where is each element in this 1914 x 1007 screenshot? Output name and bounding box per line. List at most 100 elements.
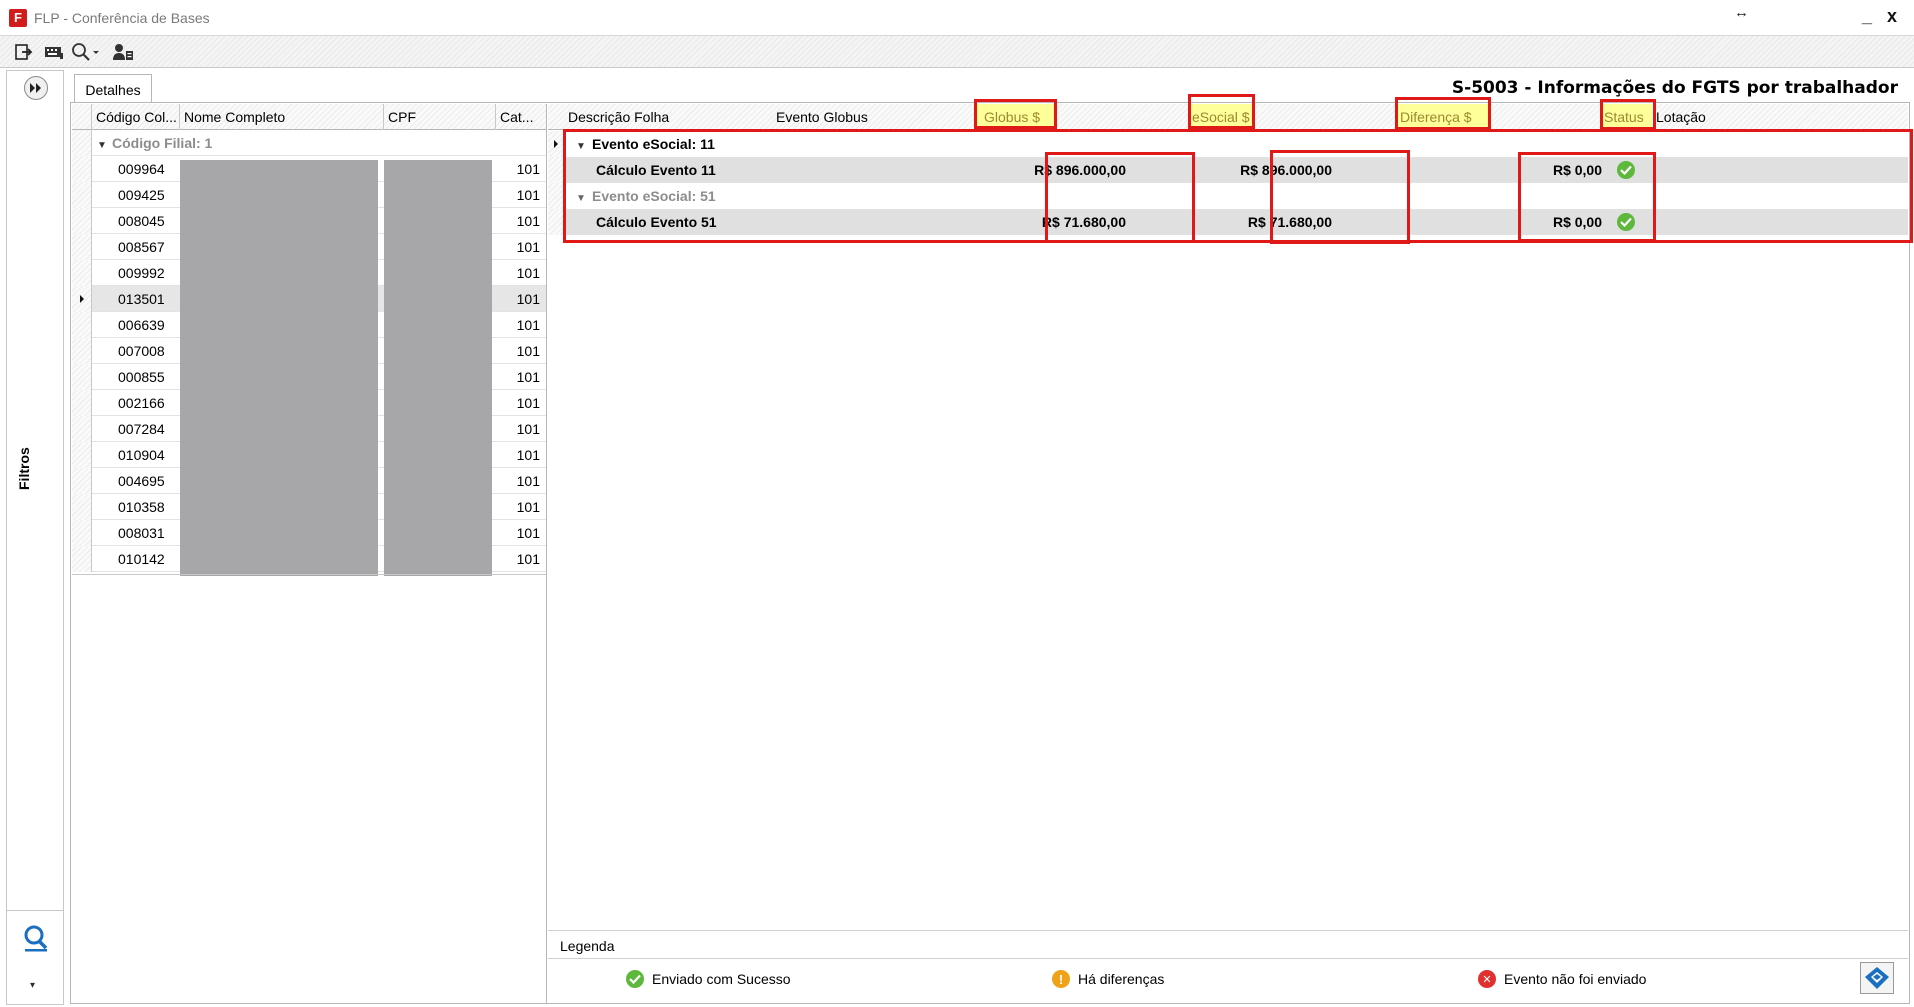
search-filter-icon[interactable] bbox=[20, 922, 52, 954]
group-filial-label: Código Filial: 1 bbox=[112, 135, 213, 151]
event-group-label: ▼ Evento eSocial: 51 bbox=[576, 183, 716, 209]
event-detail-row[interactable]: Cálculo Evento 51 R$ 71.680,00 R$ 71.680… bbox=[548, 209, 1908, 235]
esocial-value-cell: R$ 896.000,00 bbox=[1240, 162, 1332, 178]
error-circle-icon: ✕ bbox=[1478, 970, 1496, 988]
row-indicator bbox=[72, 260, 92, 286]
event-group-label: ▼ Evento eSocial: 11 bbox=[576, 131, 715, 157]
event-detail-row[interactable]: Cálculo Evento 11 R$ 896.000,00 R$ 896.0… bbox=[548, 157, 1908, 183]
column-header-diferenca[interactable]: Diferença $ bbox=[1398, 104, 1490, 130]
diferenca-value-cell: R$ 0,00 bbox=[1552, 214, 1602, 230]
tab-detalhes[interactable]: Detalhes bbox=[74, 74, 152, 104]
event-group-row[interactable]: ▼ Evento eSocial: 51 bbox=[548, 183, 1908, 209]
descricao-cell: Cálculo Evento 51 bbox=[596, 214, 717, 230]
check-circle-icon bbox=[1617, 213, 1635, 231]
legend-item-success: Enviado com Sucesso bbox=[626, 968, 791, 990]
codigo-cell: 008045 bbox=[118, 213, 165, 229]
row-indicator bbox=[72, 234, 92, 260]
close-button[interactable]: x bbox=[1887, 6, 1897, 27]
codigo-cell: 002166 bbox=[118, 395, 165, 411]
row-indicator-header bbox=[72, 104, 92, 130]
row-indicator bbox=[72, 442, 92, 468]
codigo-cell: 007284 bbox=[118, 421, 165, 437]
row-indicator bbox=[72, 338, 92, 364]
legend-label: Há diferenças bbox=[1078, 971, 1165, 987]
row-indicator bbox=[548, 131, 564, 157]
group-label: ▼ Código Filial: 1 bbox=[92, 130, 212, 156]
user-icon[interactable] bbox=[110, 40, 136, 64]
row-indicator bbox=[72, 156, 92, 182]
column-header-evento-globus[interactable]: Evento Globus bbox=[772, 104, 972, 130]
row-indicator bbox=[72, 546, 92, 572]
toolbar bbox=[0, 36, 1914, 68]
keyboard-icon[interactable] bbox=[42, 40, 66, 64]
globus-value-cell: R$ 71.680,00 bbox=[1041, 214, 1126, 230]
employee-grid-header: Código Col... Nome Completo CPF Cat... bbox=[72, 104, 546, 130]
help-book-icon[interactable] bbox=[1860, 962, 1894, 994]
employee-grid-empty-area bbox=[72, 574, 546, 1002]
row-indicator bbox=[72, 390, 92, 416]
row-indicator bbox=[72, 416, 92, 442]
column-header-codigo[interactable]: Código Col... bbox=[92, 104, 180, 130]
column-header-esocial[interactable]: eSocial $ bbox=[1190, 104, 1252, 130]
column-header-globus[interactable]: Globus $ bbox=[976, 104, 1054, 130]
row-indicator bbox=[72, 130, 92, 156]
codigo-cell: 006639 bbox=[118, 317, 165, 333]
row-indicator bbox=[72, 520, 92, 546]
row-indicator bbox=[72, 468, 92, 494]
codigo-cell: 004695 bbox=[118, 473, 165, 489]
categoria-cell: 101 bbox=[516, 499, 540, 515]
chevron-down-icon[interactable]: ▾ bbox=[30, 980, 35, 991]
resize-icon[interactable]: ↔ bbox=[1734, 4, 1749, 21]
divider bbox=[548, 958, 1908, 959]
column-header-cpf[interactable]: CPF bbox=[384, 104, 496, 130]
divider bbox=[548, 930, 1908, 931]
row-indicator bbox=[72, 286, 92, 312]
categoria-cell: 101 bbox=[516, 213, 540, 229]
row-indicator bbox=[72, 208, 92, 234]
codigo-cell: 000855 bbox=[118, 369, 165, 385]
search-dropdown-icon[interactable] bbox=[70, 40, 104, 64]
exit-icon[interactable] bbox=[12, 40, 36, 64]
window-title: FLP - Conferência de Bases bbox=[34, 10, 210, 26]
tab-strip: Detalhes S-5003 - Informações do FGTS po… bbox=[66, 70, 1910, 104]
categoria-cell: 101 bbox=[516, 369, 540, 385]
redacted-cpf-column bbox=[384, 160, 492, 576]
filters-label[interactable]: Filtros bbox=[16, 447, 32, 490]
row-indicator bbox=[548, 209, 564, 235]
event-group-title: Evento eSocial: 51 bbox=[592, 188, 716, 204]
column-header-status[interactable]: Status bbox=[1602, 104, 1652, 130]
title-bar: F FLP - Conferência de Bases ↔ _ x bbox=[0, 0, 1914, 36]
codigo-cell: 009992 bbox=[118, 265, 165, 281]
column-header-descricao[interactable]: Descrição Folha bbox=[564, 104, 768, 130]
categoria-cell: 101 bbox=[516, 187, 540, 203]
categoria-cell: 101 bbox=[516, 447, 540, 463]
double-chevron-right-icon[interactable] bbox=[24, 76, 48, 100]
redacted-name-column bbox=[180, 160, 378, 576]
row-indicator bbox=[72, 182, 92, 208]
column-header-lotacao[interactable]: Lotação bbox=[1654, 104, 1774, 130]
codigo-cell: 010142 bbox=[118, 551, 165, 567]
group-row[interactable]: ▼ Código Filial: 1 bbox=[72, 130, 546, 156]
categoria-cell: 101 bbox=[516, 239, 540, 255]
categoria-cell: 101 bbox=[516, 473, 540, 489]
codigo-cell: 010904 bbox=[118, 447, 165, 463]
filter-panel bbox=[6, 70, 64, 1005]
legend-title: Legenda bbox=[560, 938, 615, 954]
legend-item-not-sent: ✕ Evento não foi enviado bbox=[1478, 968, 1646, 990]
event-group-row[interactable]: ▼ Evento eSocial: 11 bbox=[548, 131, 1908, 157]
legend-item-differences: ! Há diferenças bbox=[1052, 968, 1164, 990]
splitter[interactable] bbox=[546, 104, 547, 1004]
minimize-button[interactable]: _ bbox=[1862, 6, 1872, 27]
row-indicator bbox=[548, 183, 564, 209]
categoria-cell: 101 bbox=[516, 525, 540, 541]
categoria-cell: 101 bbox=[516, 265, 540, 281]
column-header-nome[interactable]: Nome Completo bbox=[180, 104, 384, 130]
check-circle-icon bbox=[626, 970, 644, 988]
categoria-cell: 101 bbox=[516, 343, 540, 359]
column-header-categoria[interactable]: Cat... bbox=[496, 104, 546, 130]
categoria-cell: 101 bbox=[516, 395, 540, 411]
codigo-cell: 009964 bbox=[118, 161, 165, 177]
categoria-cell: 101 bbox=[516, 551, 540, 567]
categoria-cell: 101 bbox=[516, 291, 540, 307]
divider bbox=[6, 910, 64, 911]
